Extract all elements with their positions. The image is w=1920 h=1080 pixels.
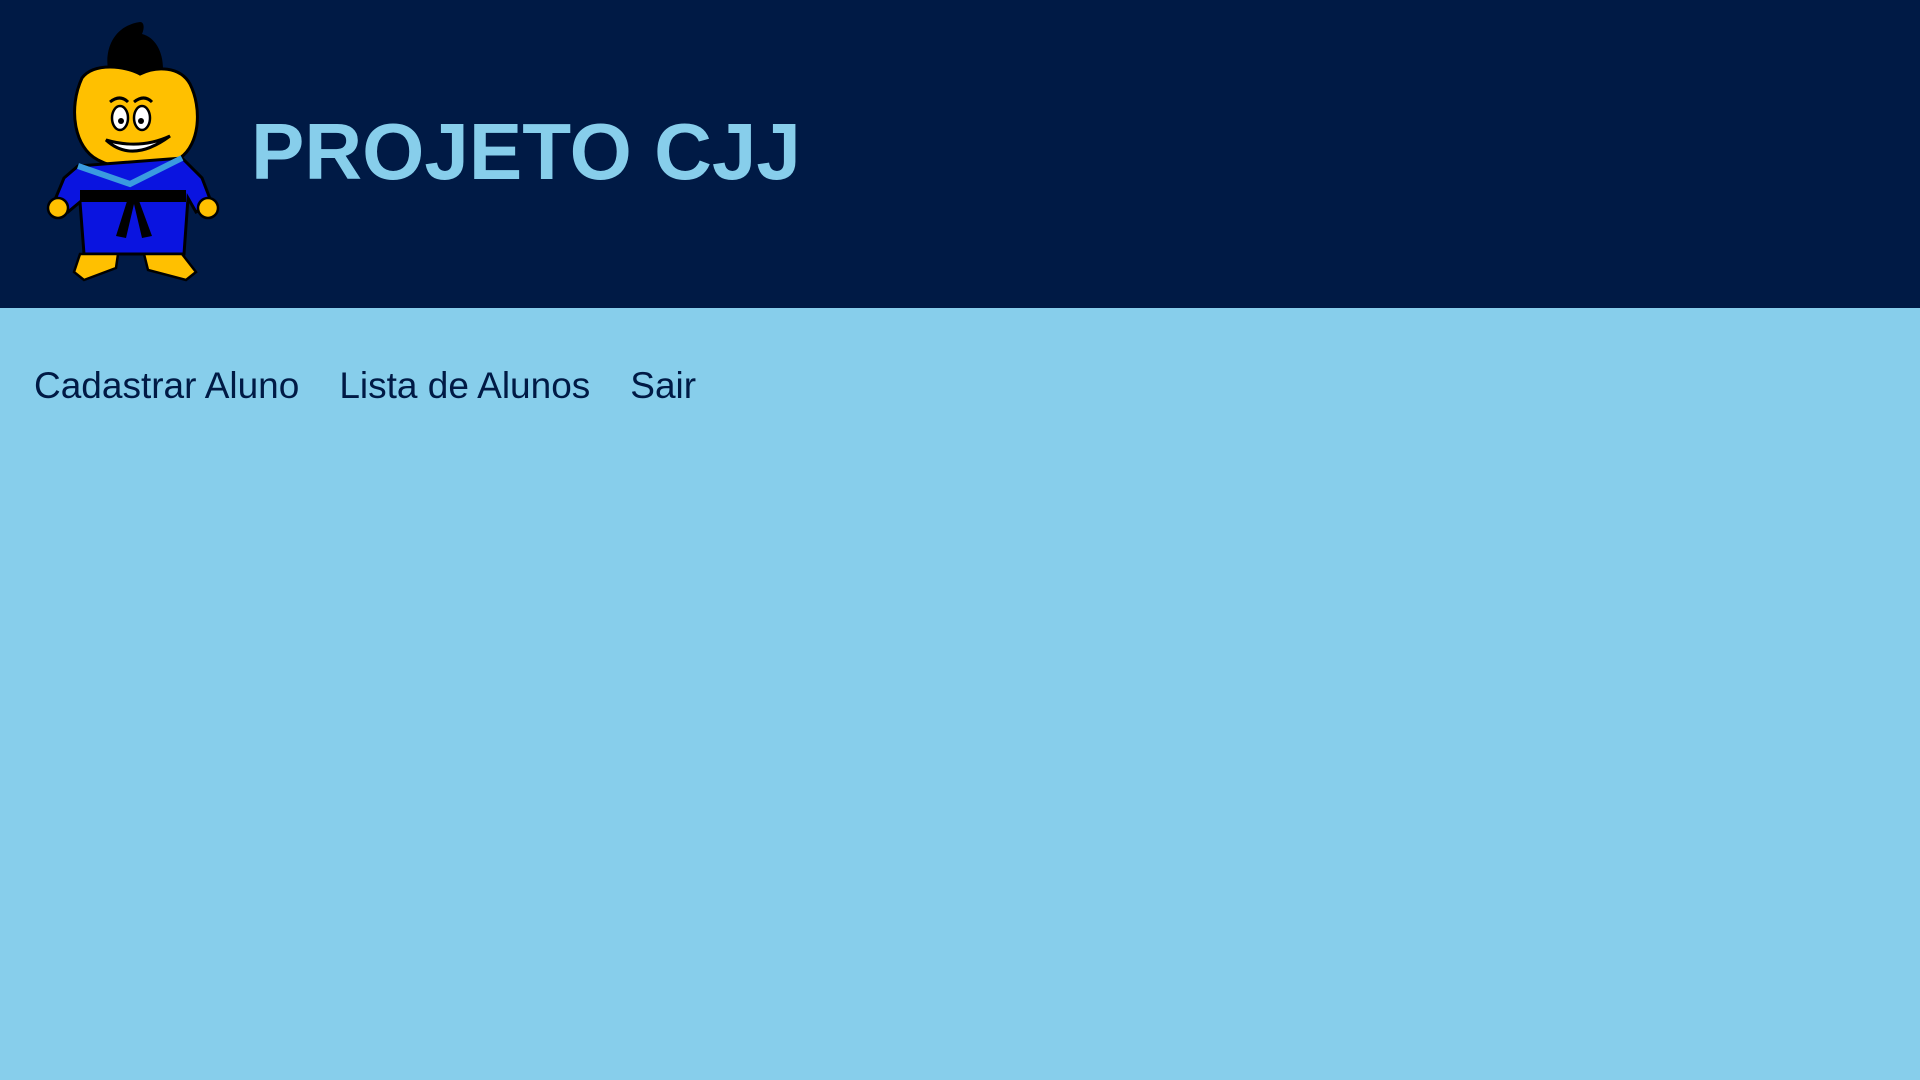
- judo-mascot-logo: [46, 22, 220, 282]
- main-nav: Cadastrar Aluno Lista de Alunos Sair: [34, 362, 696, 410]
- nav-link-lista-de-alunos[interactable]: Lista de Alunos: [339, 362, 590, 410]
- site-header: PROJETO CJJ: [0, 0, 1920, 308]
- nav-link-cadastrar-aluno[interactable]: Cadastrar Aluno: [34, 362, 299, 410]
- nav-link-sair[interactable]: Sair: [630, 362, 696, 410]
- site-title: PROJETO CJJ: [251, 107, 801, 196]
